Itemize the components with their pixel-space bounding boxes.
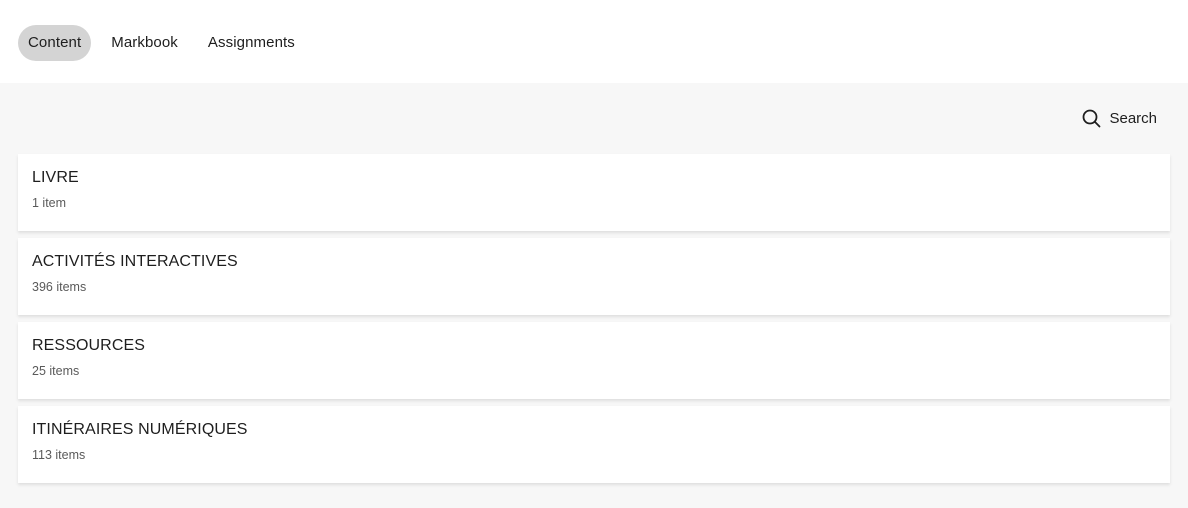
tab-assignments[interactable]: Assignments — [198, 25, 305, 61]
tab-bar: Content Markbook Assignments — [18, 25, 315, 61]
section-item-count: 25 items — [32, 364, 80, 378]
section-item-count: 396 items — [32, 280, 87, 294]
section-item-count: 1 item — [32, 196, 67, 210]
top-navigation-bar: Content Markbook Assignments — [0, 0, 1188, 83]
section-title: ACTIVITÉS INTERACTIVES — [32, 253, 238, 270]
section-card-itineraires-numeriques[interactable]: ITINÉRAIRES NUMÉRIQUES 113 items — [18, 406, 1170, 483]
section-item-count: 113 items — [32, 448, 86, 462]
section-title: RESSOURCES — [32, 337, 146, 354]
section-title: LIVRE — [32, 169, 79, 186]
content-area: Search LIVRE 1 item ACTIVITÉS INTERACTIV… — [0, 83, 1188, 508]
section-card-livre[interactable]: LIVRE 1 item — [18, 154, 1170, 231]
section-card-activites-interactives[interactable]: ACTIVITÉS INTERACTIVES 396 items — [18, 238, 1170, 315]
tab-content[interactable]: Content — [18, 25, 92, 61]
tab-markbook[interactable]: Markbook — [101, 25, 188, 61]
search-label: Search — [1109, 110, 1157, 127]
section-list: LIVRE 1 item ACTIVITÉS INTERACTIVES 396 … — [18, 154, 1170, 490]
section-card-ressources[interactable]: RESSOURCES 25 items — [18, 322, 1170, 399]
search-icon — [1083, 109, 1101, 128]
search-button[interactable]: Search — [1082, 109, 1157, 128]
section-title: ITINÉRAIRES NUMÉRIQUES — [32, 421, 248, 438]
